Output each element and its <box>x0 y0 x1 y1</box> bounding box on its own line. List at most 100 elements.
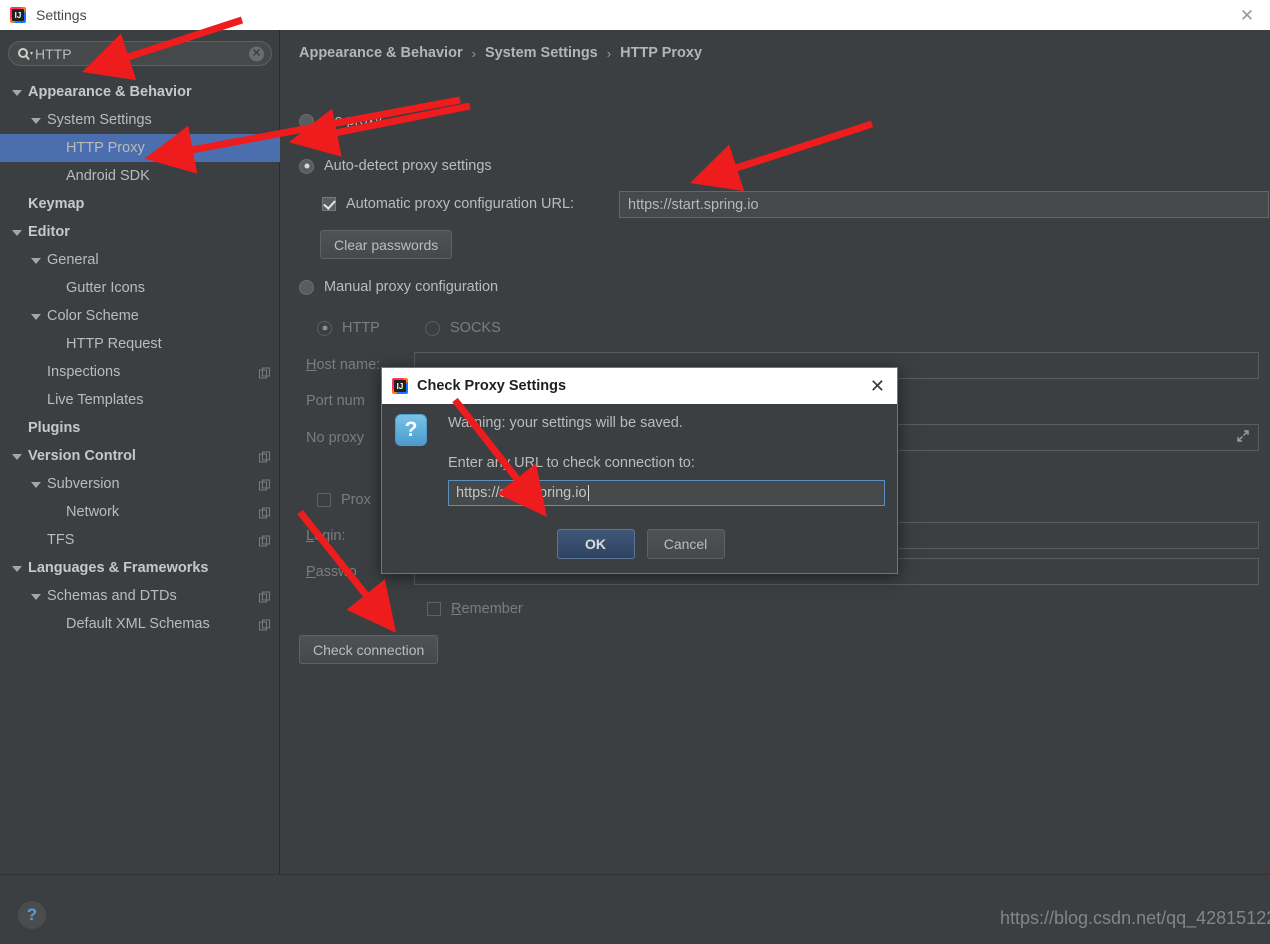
sidebar-item-label: Keymap <box>28 196 85 212</box>
window-titlebar: Settings ✕ <box>0 0 1270 30</box>
radio-http-label: HTTP <box>342 320 380 336</box>
check-url-input[interactable]: https://start.spring.io <box>448 480 885 506</box>
sidebar-item-label: HTTP Proxy <box>66 140 145 156</box>
sidebar-item-label: Schemas and DTDs <box>47 588 177 604</box>
intellij-logo-icon <box>392 378 408 394</box>
sidebar-item-color-scheme[interactable]: Color Scheme <box>0 302 280 330</box>
radio-manual-proxy-label: Manual proxy configuration <box>324 279 499 295</box>
sidebar-item-inspections[interactable]: Inspections <box>0 358 280 386</box>
sidebar-item-plugins[interactable]: Plugins <box>0 414 280 442</box>
check-url-value: https://start.spring.io <box>456 485 587 501</box>
settings-tree: Appearance & Behavior System Settings HTTP… <box>0 78 280 638</box>
sidebar-item-network[interactable]: Network <box>0 498 280 526</box>
modal-warning-text: Warning: your settings will be saved. <box>448 415 683 431</box>
checkbox-pac-url[interactable]: Automatic proxy configuration URL: <box>322 196 574 212</box>
check-connection-button[interactable]: Check connection <box>299 635 439 664</box>
clear-passwords-button[interactable]: Clear passwords <box>320 230 453 259</box>
close-icon[interactable]: ✕ <box>1224 0 1270 30</box>
sidebar-item-label: Editor <box>28 224 70 240</box>
checkbox-pac-url-label: Automatic proxy configuration URL: <box>346 196 575 212</box>
radio-manual-proxy-indicator <box>299 279 314 295</box>
checkbox-pac-url-indicator <box>322 197 336 211</box>
chevron-down-icon[interactable] <box>31 255 42 266</box>
project-scope-icon <box>259 479 270 491</box>
chevron-down-icon[interactable] <box>12 87 23 98</box>
breadcrumb: Appearance & Behavior › System Settings › HT… <box>299 45 702 61</box>
radio-http-indicator <box>317 320 332 336</box>
sidebar-item-tfs[interactable]: TFS <box>0 526 280 554</box>
intellij-logo-icon <box>10 7 26 23</box>
close-icon[interactable]: ✕ <box>870 377 885 395</box>
sidebar-item-label: General <box>47 252 99 268</box>
expand-icon[interactable] <box>1236 429 1250 447</box>
sidebar-item-label: Live Templates <box>47 392 144 408</box>
radio-socks-label: SOCKS <box>450 320 501 336</box>
radio-auto-detect-indicator <box>299 158 314 174</box>
sidebar-item-appearance-behavior[interactable]: Appearance & Behavior <box>0 78 280 106</box>
project-scope-icon <box>259 451 270 463</box>
sidebar-item-schemas-and-dtds[interactable]: Schemas and DTDs <box>0 582 280 610</box>
sidebar-item-android-sdk[interactable]: Android SDK <box>0 162 280 190</box>
sidebar-item-editor[interactable]: Editor <box>0 218 280 246</box>
checkbox-remember[interactable]: Remember <box>427 601 523 617</box>
clear-icon[interactable]: ✕ <box>249 46 264 61</box>
checkbox-proxy-auth-indicator <box>317 493 331 507</box>
pac-url-input[interactable]: https://start.spring.io <box>619 191 1269 218</box>
chevron-down-icon[interactable] <box>31 115 42 126</box>
sidebar-item-label: Version Control <box>28 448 136 464</box>
radio-no-proxy-indicator <box>299 113 314 129</box>
breadcrumb-separator: › <box>606 45 612 61</box>
check-proxy-settings-dialog: Check Proxy Settings ✕ ? Warning: your s… <box>381 367 898 574</box>
sidebar-item-system-settings[interactable]: System Settings <box>0 106 280 134</box>
chevron-down-icon[interactable] <box>12 451 23 462</box>
chevron-down-icon[interactable] <box>31 591 42 602</box>
search-input[interactable]: HTTP ✕ <box>8 41 272 66</box>
radio-manual-proxy[interactable]: Manual proxy configuration <box>299 279 498 295</box>
checkbox-proxy-auth[interactable]: Prox <box>317 492 371 508</box>
chevron-down-icon[interactable] <box>12 227 23 238</box>
sidebar-item-gutter-icons[interactable]: Gutter Icons <box>0 274 280 302</box>
login-mnemonic: L <box>306 528 315 544</box>
password-label: Passwo <box>306 564 357 580</box>
login-label-text: ogin: <box>314 528 346 544</box>
sidebar-item-subversion[interactable]: Subversion <box>0 470 280 498</box>
sidebar-item-label: Plugins <box>28 420 81 436</box>
sidebar-item-label: Network <box>66 504 120 520</box>
chevron-down-icon[interactable] <box>31 479 42 490</box>
sidebar-item-default-xml-schemas[interactable]: Default XML Schemas <box>0 610 280 638</box>
sidebar-item-version-control[interactable]: Version Control <box>0 442 280 470</box>
remember-mnemonic: R <box>451 601 462 617</box>
text-caret <box>587 485 589 501</box>
search-input-value: HTTP <box>35 45 72 62</box>
sidebar-item-keymap[interactable]: Keymap <box>0 190 280 218</box>
sidebar-item-label: HTTP Request <box>66 336 162 352</box>
settings-window: Settings ✕ HTTP ✕ Appearance & Behavior S… <box>0 0 1270 944</box>
password-mnemonic: P <box>306 564 316 580</box>
login-label: Login: <box>306 528 346 544</box>
breadcrumb-separator: › <box>471 45 476 61</box>
checkbox-remember-indicator <box>427 602 441 616</box>
chevron-down-icon[interactable] <box>31 311 42 322</box>
sidebar-item-live-templates[interactable]: Live Templates <box>0 386 280 414</box>
breadcrumb-item: System Settings <box>484 45 598 61</box>
sidebar-item-http-proxy[interactable]: HTTP Proxy <box>0 134 280 162</box>
host-name-mnemonic: H <box>306 357 317 373</box>
host-name-label: Host name: <box>306 357 380 373</box>
sidebar-item-label: Inspections <box>47 364 121 380</box>
modal-cancel-button[interactable]: Cancel <box>646 529 725 559</box>
radio-auto-detect[interactable]: Auto-detect proxy settings <box>299 158 492 174</box>
radio-no-proxy[interactable]: No proxy <box>299 113 382 129</box>
sidebar-item-http-request[interactable]: HTTP Request <box>0 330 280 358</box>
sidebar-item-label: Subversion <box>47 476 120 492</box>
password-label-text: asswo <box>315 564 357 580</box>
help-button[interactable]: ? <box>18 901 46 929</box>
chevron-down-icon[interactable] <box>12 563 23 574</box>
port-number-label: Port num <box>306 393 365 409</box>
sidebar-item-languages-frameworks[interactable]: Languages & Frameworks <box>0 554 280 582</box>
radio-socks[interactable]: SOCKS <box>425 320 501 336</box>
modal-ok-button[interactable]: OK <box>556 529 635 559</box>
window-title: Settings <box>36 7 87 23</box>
radio-http[interactable]: HTTP <box>317 320 380 336</box>
sidebar-item-general[interactable]: General <box>0 246 280 274</box>
sidebar-item-label: Default XML Schemas <box>66 616 210 632</box>
